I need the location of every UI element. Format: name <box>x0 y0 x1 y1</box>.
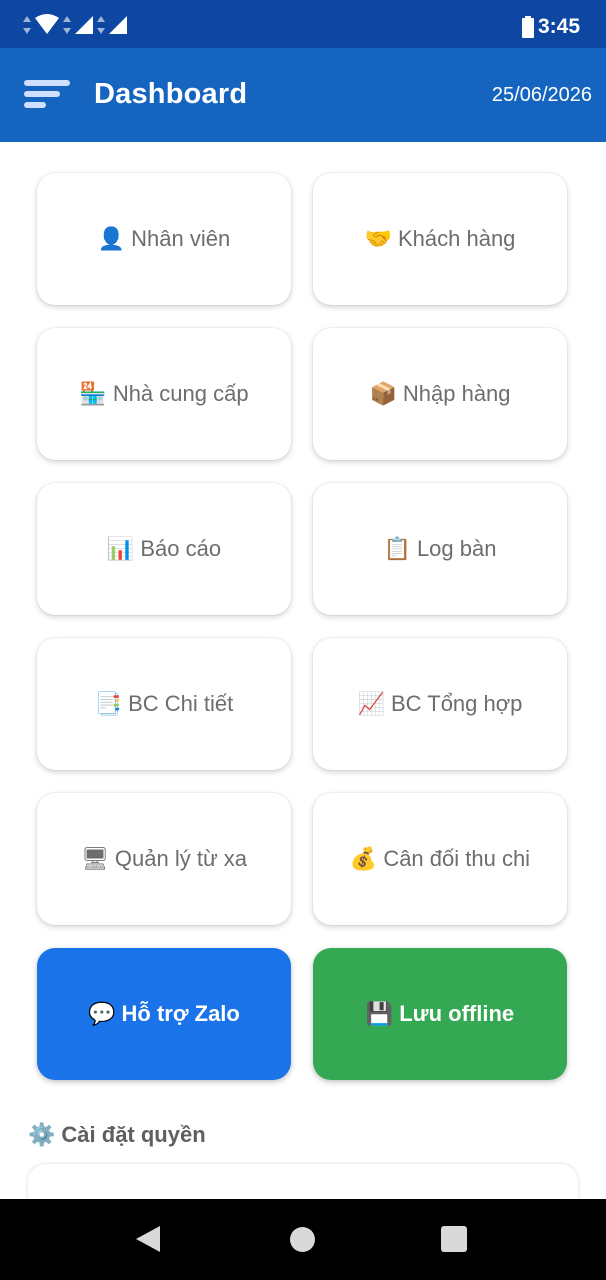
save-offline-button[interactable]: 💾 Lưu offline <box>313 948 567 1080</box>
status-time: 3:45 <box>537 15 580 38</box>
menu-card-nha-cung-cap[interactable]: 🏪 Nhà cung cấp <box>37 328 291 460</box>
permissions-card[interactable] <box>28 1164 578 1199</box>
menu-card-label: BC Tổng hợp <box>390 691 523 716</box>
save-offline-label: Lưu offline <box>399 1001 515 1026</box>
line-chart-icon: 📈 <box>357 691 385 716</box>
wifi-icon <box>35 14 59 34</box>
menu-card-label: Quản lý từ xa <box>114 846 248 871</box>
status-bar: 3:45 <box>0 0 606 48</box>
permissions-section-title: ⚙️ Cài đặt quyền <box>28 1122 206 1148</box>
current-date: 25/06/2026 <box>491 84 592 106</box>
money-bag-icon: 💰 <box>349 846 378 871</box>
menu-card-bao-cao[interactable]: 📊 Báo cáo <box>37 483 291 615</box>
menu-card-label: Nhập hàng <box>402 381 511 406</box>
document-icon: 📑 <box>94 691 123 716</box>
person-icon: 👤 <box>97 226 126 251</box>
recent-apps-icon[interactable] <box>441 1226 467 1252</box>
menu-card-label: Khách hàng <box>397 226 516 251</box>
menu-card-nhap-hang[interactable]: 📦 Nhập hàng <box>313 328 567 460</box>
computer-icon: 🖥 <box>80 846 109 871</box>
permissions-title-text: Cài đặt quyền <box>61 1122 206 1147</box>
store-icon: 🏪 <box>79 381 107 406</box>
menu-card-label: BC Chi tiết <box>128 691 234 716</box>
menu-card-khach-hang[interactable]: 🤝 Khách hàng <box>313 173 567 305</box>
package-icon: 📦 <box>369 381 397 406</box>
menu-card-can-doi-thu-chi[interactable]: 💰 Cân đối thu chi <box>313 793 567 925</box>
menu-card-bc-chi-tiet[interactable]: 📑 BC Chi tiết <box>37 638 291 770</box>
speech-bubble-icon: 💬 <box>88 1001 116 1026</box>
status-right: 3:45 <box>521 14 580 40</box>
clipboard-icon: 📋 <box>383 536 411 561</box>
status-icons <box>22 14 128 36</box>
menu-card-label: Log bàn <box>416 536 497 561</box>
home-icon[interactable] <box>290 1227 315 1252</box>
app-bar: Dashboard 25/06/2026 <box>0 48 606 142</box>
zalo-support-button[interactable]: 💬 Hỗ trợ Zalo <box>37 948 291 1080</box>
dashboard-content[interactable]: 👤 Nhân viên 🤝 Khách hàng 🏪 Nhà cung cấp … <box>0 142 606 1199</box>
bar-chart-icon: 📊 <box>106 536 135 561</box>
menu-card-label: Cân đối thu chi <box>383 846 531 871</box>
menu-card-label: Báo cáo <box>140 536 222 561</box>
page-title: Dashboard <box>94 78 248 110</box>
signal-icon <box>109 16 127 34</box>
zalo-support-label: Hỗ trợ Zalo <box>121 1001 240 1026</box>
gear-icon: ⚙️ <box>28 1122 56 1147</box>
menu-card-bc-tong-hop[interactable]: 📈 BC Tổng hợp <box>313 638 567 770</box>
menu-card-nhan-vien[interactable]: 👤 Nhân viên <box>37 173 291 305</box>
data-arrows-icon <box>97 16 105 34</box>
back-icon[interactable] <box>136 1226 160 1252</box>
menu-icon[interactable] <box>24 80 72 112</box>
menu-card-log-ban[interactable]: 📋 Log bàn <box>313 483 567 615</box>
signal-icon <box>75 16 93 34</box>
data-arrows-icon <box>23 16 31 34</box>
floppy-disk-icon: 💾 <box>365 1001 394 1026</box>
system-nav-bar <box>0 1199 606 1280</box>
handshake-icon: 🤝 <box>364 226 392 251</box>
menu-card-label: Nhân viên <box>131 226 231 251</box>
menu-card-label: Nhà cung cấp <box>112 381 249 406</box>
battery-icon <box>521 16 534 38</box>
data-arrows-icon <box>63 16 71 34</box>
menu-card-quan-ly-tu-xa[interactable]: 🖥 Quản lý từ xa <box>37 793 291 925</box>
